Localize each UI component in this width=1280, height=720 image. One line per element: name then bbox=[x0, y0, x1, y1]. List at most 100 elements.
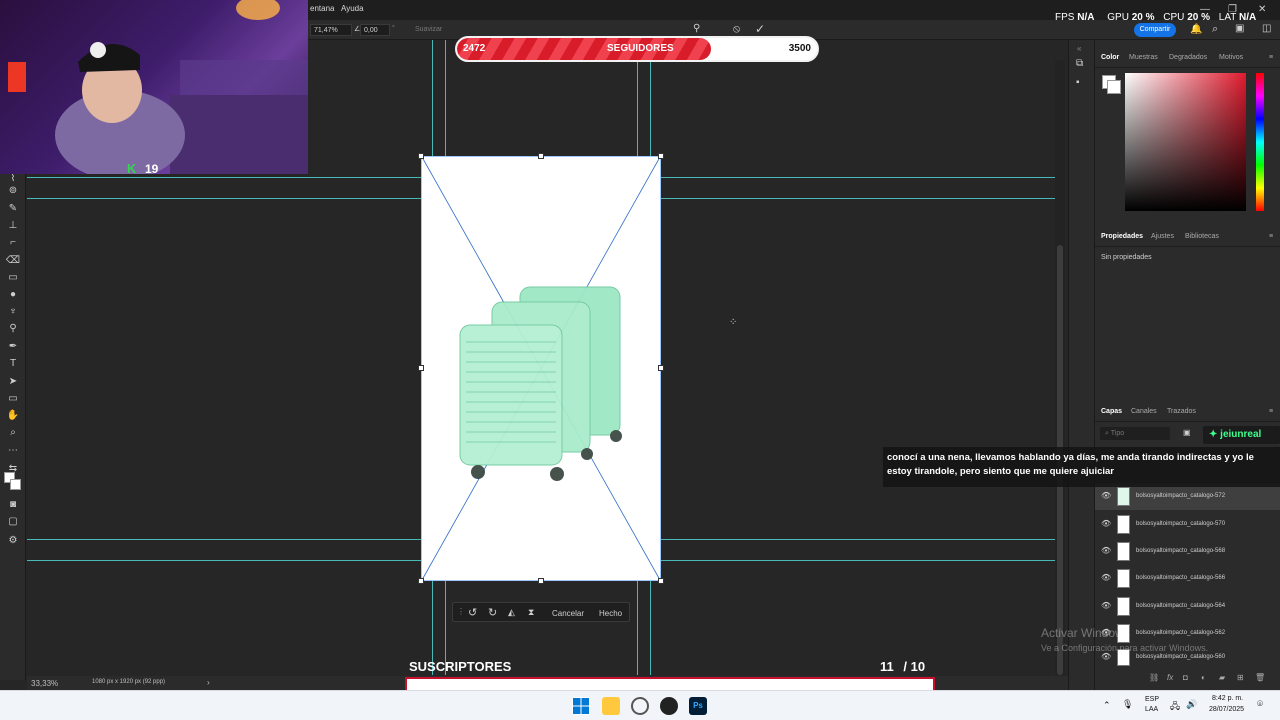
eye-icon[interactable]: 👁 bbox=[1101, 601, 1111, 610]
panel-icon[interactable]: ◫ bbox=[1262, 23, 1271, 34]
document-canvas[interactable] bbox=[421, 156, 661, 581]
link-icon[interactable]: ⛓ bbox=[1149, 673, 1159, 682]
zoom-icon[interactable]: ⌕ bbox=[5, 426, 21, 440]
network-icon[interactable]: 🖧 bbox=[1170, 699, 1180, 715]
windows-start-icon[interactable] bbox=[572, 697, 590, 715]
flip-vertical-icon[interactable]: ⧗ bbox=[528, 607, 534, 618]
flip-horizontal-icon[interactable]: ◭ bbox=[508, 607, 515, 618]
quick-mask-icon[interactable]: ◙ bbox=[5, 498, 21, 512]
transform-handle[interactable] bbox=[658, 578, 664, 584]
layer-filter-input[interactable]: ⌕ Tipo bbox=[1100, 427, 1170, 440]
status-zoom[interactable]: 33,33% bbox=[31, 679, 58, 688]
stamp-icon[interactable]: ⊚ bbox=[5, 184, 21, 198]
rotate-left-icon[interactable]: ↺ bbox=[468, 606, 477, 619]
angle-field[interactable]: 0,00 bbox=[360, 24, 390, 36]
cancel-button[interactable]: Cancelar bbox=[552, 609, 584, 618]
trash-icon[interactable]: 🗑 bbox=[1255, 673, 1265, 682]
tab-gradients[interactable]: Degradados bbox=[1169, 54, 1207, 61]
volume-icon[interactable]: 🔊 bbox=[1186, 699, 1197, 710]
history-icon[interactable]: ⧉ bbox=[1076, 58, 1083, 69]
bg-color-swatch[interactable] bbox=[1107, 80, 1121, 94]
color-picker-field[interactable] bbox=[1125, 73, 1246, 211]
status-arrow-icon[interactable]: › bbox=[207, 678, 210, 687]
screen-mode-icon[interactable]: ▢ bbox=[5, 515, 21, 529]
gradient-icon[interactable]: ▭ bbox=[5, 271, 21, 285]
search-icon[interactable]: ⌕ bbox=[1212, 23, 1218, 36]
layer-row[interactable]: 👁 bolsosyaltoimpacto_catalogo-568 bbox=[1095, 538, 1280, 565]
tab-color[interactable]: Color bbox=[1101, 54, 1119, 61]
share-button[interactable]: Compartir bbox=[1134, 23, 1176, 37]
pen-icon[interactable]: ✒ bbox=[5, 340, 21, 354]
transform-handle[interactable] bbox=[538, 153, 544, 159]
group-icon[interactable]: ▰ bbox=[1219, 673, 1225, 682]
dodge-icon[interactable]: ⚲ bbox=[5, 322, 21, 336]
browser-icon[interactable] bbox=[631, 697, 649, 715]
file-explorer-icon[interactable] bbox=[602, 697, 620, 715]
layer-row[interactable]: 👁 bolsosyaltoimpacto_catalogo-572 bbox=[1095, 483, 1280, 510]
tab-paths[interactable]: Trazados bbox=[1167, 408, 1196, 415]
fx-icon[interactable]: fx bbox=[1167, 673, 1173, 682]
done-button[interactable]: Hecho bbox=[599, 609, 622, 618]
blur-icon[interactable]: ● bbox=[5, 288, 21, 302]
rotate-right-icon[interactable]: ↻ bbox=[488, 606, 497, 619]
adjustment-icon[interactable]: ◐ bbox=[1201, 673, 1206, 682]
tab-libraries[interactable]: Bibliotecas bbox=[1185, 233, 1219, 240]
smudge-icon[interactable]: ♆ bbox=[5, 305, 21, 319]
vertical-scrollbar[interactable] bbox=[1055, 60, 1065, 675]
type-icon[interactable]: T bbox=[5, 357, 21, 371]
layer-row[interactable]: 👁 bolsosyaltoimpacto_catalogo-570 bbox=[1095, 511, 1280, 538]
workspace-icon[interactable]: ▣ bbox=[1235, 23, 1244, 34]
keyboard-layout[interactable]: LAA bbox=[1145, 706, 1158, 713]
image-filter-icon[interactable]: ▣ bbox=[1183, 428, 1191, 437]
panel-menu-icon[interactable]: ≡ bbox=[1269, 408, 1273, 415]
tab-channels[interactable]: Canales bbox=[1131, 408, 1157, 415]
eye-icon[interactable]: 👁 bbox=[1101, 652, 1111, 661]
grip-icon[interactable]: ⋮ bbox=[457, 607, 465, 616]
tab-properties[interactable]: Propiedades bbox=[1101, 233, 1143, 240]
eye-icon[interactable]: 👁 bbox=[1101, 573, 1111, 582]
notification-center-icon[interactable]: ⌾ bbox=[1257, 699, 1263, 710]
tab-swatches[interactable]: Muestras bbox=[1129, 54, 1158, 61]
transform-handle[interactable] bbox=[418, 153, 424, 159]
rectangle-icon[interactable]: ▭ bbox=[5, 392, 21, 406]
collapse-icon[interactable]: « bbox=[1077, 44, 1081, 53]
edit-toolbar-icon[interactable]: ⚙ bbox=[5, 534, 21, 548]
clock-date[interactable]: 28/07/2025 bbox=[1209, 706, 1244, 713]
tray-chevron-icon[interactable]: ⌃ bbox=[1103, 700, 1111, 711]
photoshop-icon[interactable]: Ps bbox=[689, 697, 707, 715]
clone-stamp-icon[interactable]: ⊥ bbox=[5, 219, 21, 233]
hue-slider[interactable] bbox=[1256, 73, 1264, 211]
warp-icon[interactable]: ⚲ bbox=[693, 23, 700, 34]
eraser-icon[interactable]: ⌫ bbox=[5, 254, 21, 268]
panel-menu-icon[interactable]: ≡ bbox=[1269, 233, 1273, 240]
transform-handle[interactable] bbox=[658, 153, 664, 159]
tab-adjustments[interactable]: Ajustes bbox=[1151, 233, 1174, 240]
hand-icon[interactable]: ✋ bbox=[5, 409, 21, 423]
smooth-label[interactable]: Suavizar bbox=[415, 26, 442, 33]
more-tools-icon[interactable]: ⋯ bbox=[5, 444, 21, 458]
notifications-icon[interactable]: 🔔 bbox=[1190, 24, 1202, 35]
background-color-swatch[interactable] bbox=[10, 479, 21, 490]
clock-time[interactable]: 8:42 p. m. bbox=[1212, 695, 1243, 702]
comments-icon[interactable]: ▪ bbox=[1076, 77, 1080, 88]
tab-layers[interactable]: Capas bbox=[1101, 408, 1122, 415]
eye-icon[interactable]: 👁 bbox=[1101, 491, 1111, 500]
zoom-field[interactable]: 71,47% bbox=[310, 24, 352, 36]
transform-handle[interactable] bbox=[658, 365, 664, 371]
panel-menu-icon[interactable]: ≡ bbox=[1269, 54, 1273, 61]
brush-icon[interactable]: ✎ bbox=[5, 202, 21, 216]
layer-row[interactable]: 👁 bolsosyaltoimpacto_catalogo-566 bbox=[1095, 565, 1280, 592]
eye-icon[interactable]: 👁 bbox=[1101, 519, 1111, 528]
history-brush-icon[interactable]: ⌐ bbox=[5, 236, 21, 250]
eye-icon[interactable]: 👁 bbox=[1101, 546, 1111, 555]
menu-item-window[interactable]: entana bbox=[310, 4, 334, 13]
close-icon[interactable]: ✕ bbox=[1258, 4, 1266, 15]
transform-handle[interactable] bbox=[418, 365, 424, 371]
transform-handle[interactable] bbox=[418, 578, 424, 584]
transform-handle[interactable] bbox=[538, 578, 544, 584]
commit-transform-icon[interactable]: ✓ bbox=[755, 22, 765, 36]
language-code[interactable]: ESP bbox=[1145, 696, 1159, 703]
menu-item-help[interactable]: Ayuda bbox=[341, 4, 364, 13]
path-select-icon[interactable]: ➤ bbox=[5, 375, 21, 389]
obs-icon[interactable] bbox=[660, 697, 678, 715]
